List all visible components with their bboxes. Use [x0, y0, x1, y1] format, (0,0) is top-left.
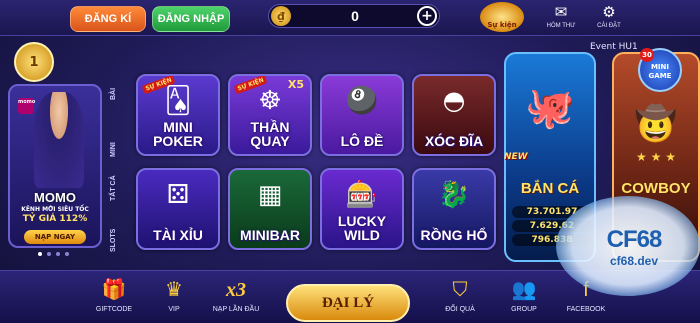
mail-label: HÒM THƯ [546, 23, 576, 29]
nav-rewards[interactable]: ⛉ ĐỔI QUÀ [430, 274, 490, 313]
watermark-logo: CF68 [606, 226, 663, 253]
cowgirl-icon: 🤠 [634, 104, 678, 144]
event-label: Event HU1 [590, 42, 638, 52]
dragon-icon: 🐉 [437, 180, 471, 210]
game-lucky-wild[interactable]: 🎰 LUCKY WILD [320, 168, 404, 250]
promo-banner[interactable]: momo MOMO KÊNH MỚI SIÊU TỐC TỶ GIÁ 112% … [8, 84, 102, 248]
game-label: MINI POKER [153, 119, 203, 149]
promo-model-image [34, 92, 84, 188]
login-button[interactable]: ĐĂNG NHẬP [152, 6, 230, 32]
dice-icon: ⚄ [166, 180, 190, 210]
nav-first-topup[interactable]: x3 NẠP LẦN ĐẦU [206, 274, 266, 313]
mail-button[interactable]: ✉ HÒM THƯ [536, 3, 586, 29]
balance-value: 0 [351, 8, 359, 24]
mini-game-count: 30 [640, 48, 654, 62]
topup-now-button[interactable]: NẠP NGAY [24, 230, 86, 244]
balance-bar: ₫ 0 + [268, 4, 440, 28]
group-icon: 👥 [511, 279, 537, 301]
nav-group[interactable]: 👥 GROUP [494, 274, 554, 313]
mail-icon: ✉ [554, 4, 568, 21]
nav-label: VIP [168, 306, 180, 313]
nav-vip[interactable]: ♛ VIP [144, 274, 204, 313]
promo-subtitle: KÊNH MỚI SIÊU TỐC [21, 206, 89, 213]
bar-table-icon: ▦ [257, 180, 283, 210]
game-lo-de[interactable]: 🎱 LÔ ĐỀ [320, 74, 404, 156]
tab-slots[interactable]: SLOTS [110, 212, 128, 268]
event-icon[interactable]: Sự kiện [480, 2, 524, 32]
nav-label: ĐỔI QUÀ [445, 306, 475, 313]
wheel-icon: ☸ [258, 86, 282, 116]
slot-machine-icon: 🎰 [345, 180, 379, 210]
tab-all[interactable]: TẤT CẢ [110, 160, 128, 216]
settings-button[interactable]: ⚙ CÀI ĐẶT [584, 3, 634, 29]
stars-icon: ★ ★ ★ [636, 150, 676, 164]
carousel-dot[interactable] [38, 252, 42, 256]
carousel-dot[interactable] [56, 252, 60, 256]
nav-label: FACEBOOK [566, 306, 606, 313]
multiplier-badge: X5 [287, 78, 304, 91]
watermark-url: cf68.dev [609, 254, 659, 268]
game-mini-poker[interactable]: SỰ KIỆN 🂡 MINI POKER [136, 74, 220, 156]
new-badge: NEW [504, 152, 528, 162]
lottery-ball-icon: 🎱 [345, 86, 379, 116]
add-funds-button[interactable]: + [417, 6, 437, 26]
game-label: BẮN CÁ [520, 180, 580, 197]
game-tai-xiu[interactable]: ⚄ TÀI XỈU [136, 168, 220, 250]
carousel-dot[interactable] [65, 252, 69, 256]
x3-badge: x3 [226, 279, 246, 301]
momo-logo: momo [18, 98, 35, 114]
nav-label: GROUP [511, 306, 537, 313]
gear-icon: ⚙ [602, 4, 616, 21]
game-label: TÀI XỈU [153, 227, 203, 243]
nav-label: GIFTCODE [95, 306, 133, 313]
game-label: XÓC ĐĨA [424, 133, 484, 149]
game-than-quay[interactable]: SỰ KIỆN X5 ☸ THẦN QUAY [228, 74, 312, 156]
bowl-icon: ◓ [442, 86, 466, 116]
octopus-icon: 🐙 [525, 85, 575, 131]
nav-giftcode[interactable]: 🎁 GIFTCODE [84, 274, 144, 313]
level-badge[interactable]: 1 [14, 42, 54, 82]
carousel-dot[interactable] [47, 252, 51, 256]
settings-label: CÀI ĐẶT [597, 23, 621, 29]
game-label: LÔ ĐỀ [340, 133, 384, 149]
game-label: MINIBAR [240, 227, 300, 243]
game-label: LUCKY WILD [337, 213, 387, 243]
tab-cards[interactable]: BÀI [110, 66, 128, 122]
cards-icon: 🂡 [164, 86, 192, 116]
carousel-dots[interactable] [38, 252, 69, 256]
game-label: COWBOY [621, 180, 691, 197]
agent-button[interactable]: ĐẠI LÝ [286, 284, 410, 322]
register-button[interactable]: ĐĂNG KÍ [70, 6, 146, 32]
gift-card-icon: 🎁 [101, 279, 127, 301]
nav-label: NẠP LẦN ĐẦU [212, 306, 260, 313]
game-label: THẦN QUAY [250, 119, 290, 149]
reward-box-icon: ⛉ [452, 279, 468, 301]
game-xoc-dia[interactable]: ◓ XÓC ĐĨA [412, 74, 496, 156]
promo-rate: TỶ GIÁ 112% [22, 214, 88, 224]
game-label: RỒNG HỔ [420, 227, 488, 243]
promo-title: MOMO [34, 190, 76, 205]
game-minibar[interactable]: ▦ MINIBAR [228, 168, 312, 250]
crown-icon: ♛ [165, 279, 183, 301]
game-rong-ho[interactable]: 🐉 RỒNG HỔ [412, 168, 496, 250]
